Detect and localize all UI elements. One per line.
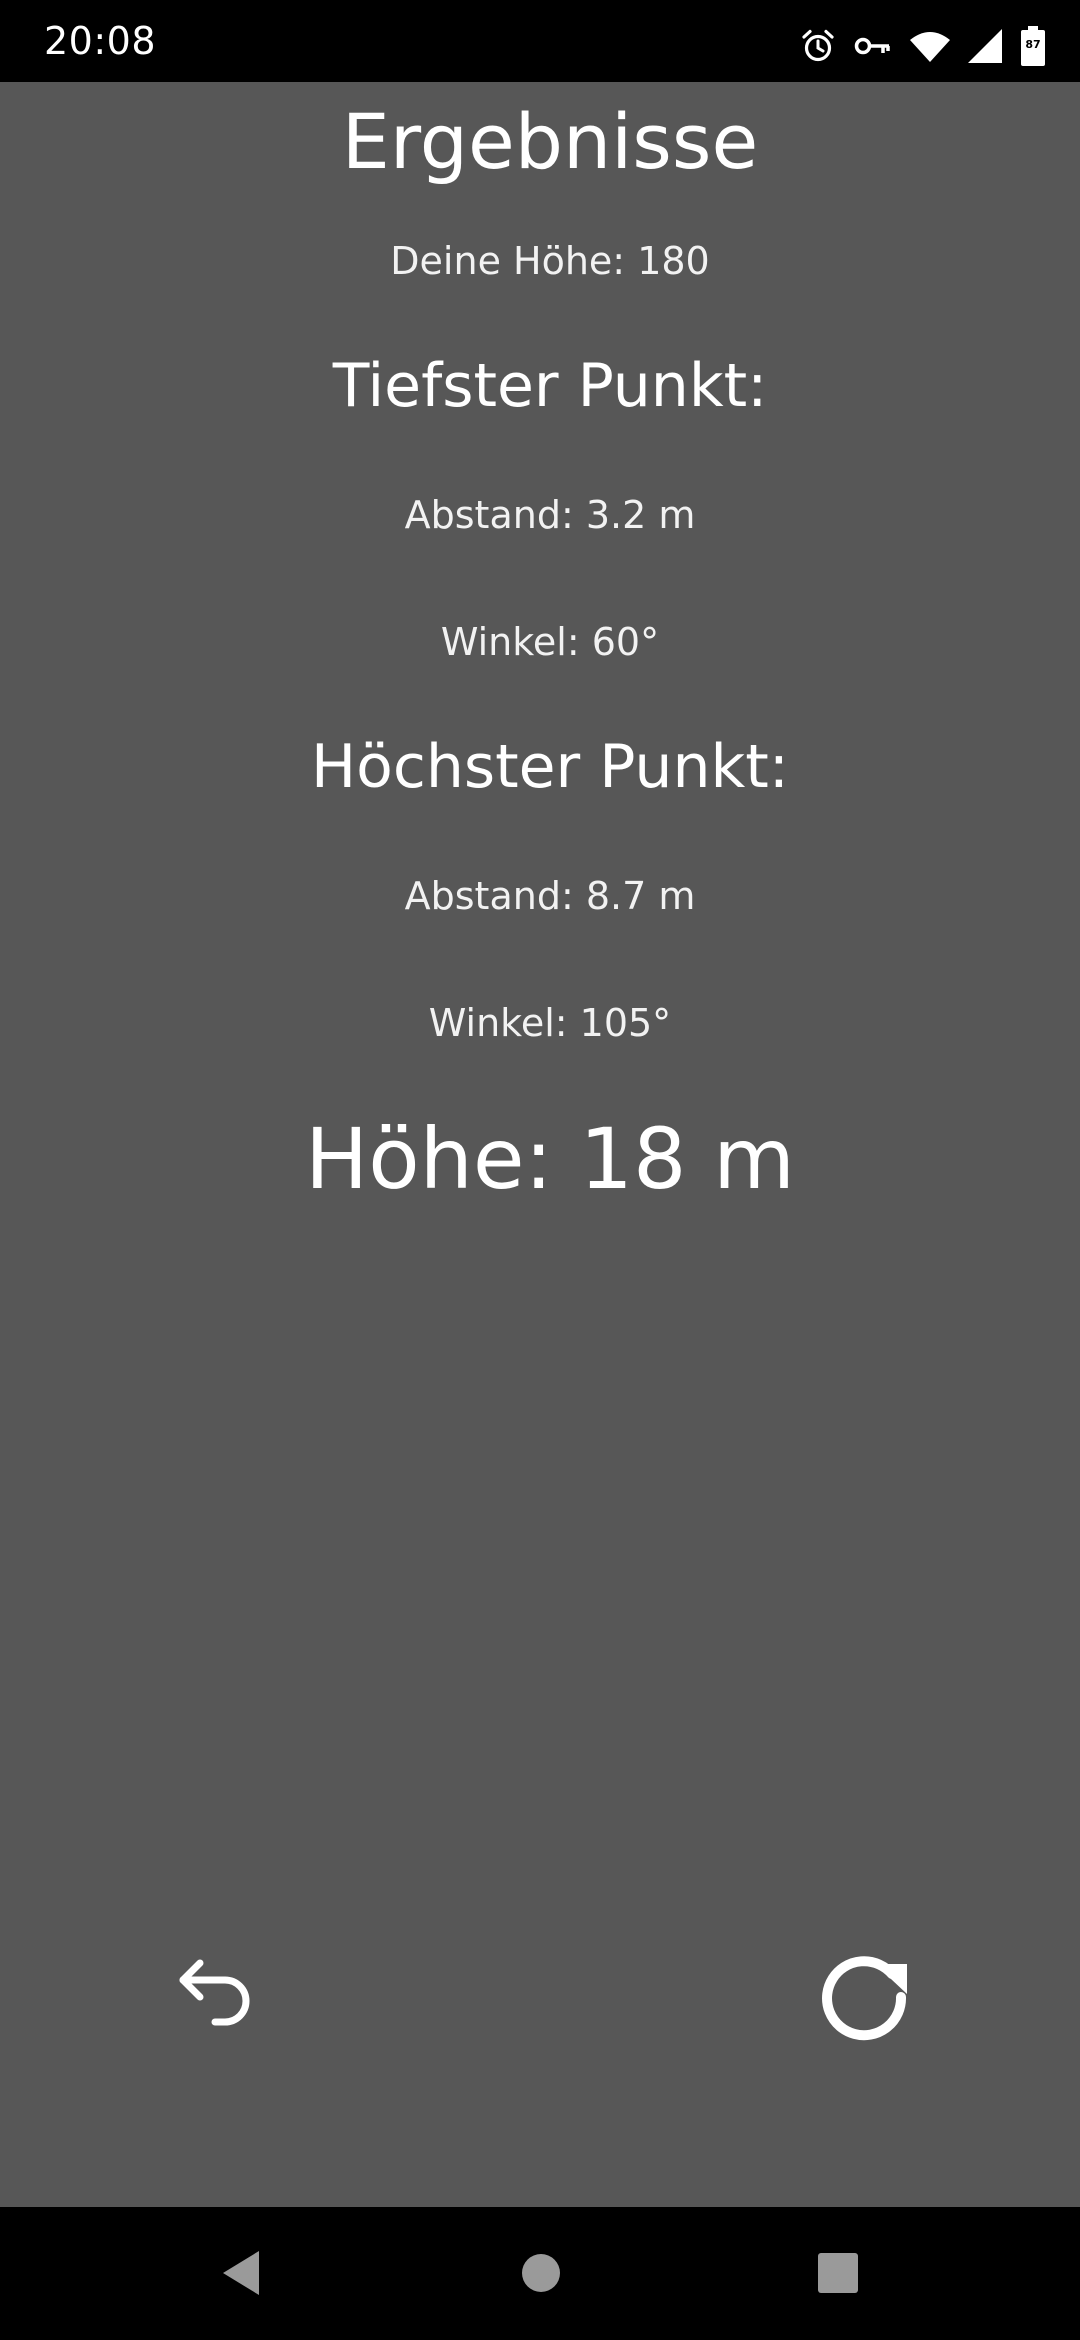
user-height: Deine Höhe: 180: [390, 239, 710, 283]
navigation-bar: [0, 2207, 1080, 2340]
page-title: Ergebnisse: [341, 97, 759, 186]
battery-level: 87: [1025, 38, 1041, 51]
status-icons: 87: [800, 24, 1046, 68]
nav-recents-icon: [818, 2253, 858, 2293]
nav-recents-button[interactable]: [793, 2228, 883, 2318]
wifi-icon: [910, 32, 950, 62]
lowest-point-heading: Tiefster Punkt:: [332, 351, 768, 421]
alarm-icon: [802, 29, 834, 62]
battery-indicator: 87: [1020, 26, 1046, 66]
highest-point-distance: Abstand: 8.7 m: [404, 874, 696, 918]
height-result: Höhe: 18 m: [305, 1110, 795, 1208]
reload-button[interactable]: [804, 1935, 924, 2055]
back-button[interactable]: [157, 1935, 277, 2055]
vpn-key-icon: [854, 37, 890, 55]
reload-icon: [822, 1956, 907, 2041]
status-bar: 20:08 87: [0, 0, 1080, 82]
nav-back-button[interactable]: [196, 2228, 286, 2318]
highest-point-heading: Höchster Punkt:: [311, 732, 789, 802]
lowest-point-angle: Winkel: 60°: [440, 620, 660, 664]
highest-point-angle: Winkel: 105°: [428, 1001, 672, 1045]
lowest-point-distance: Abstand: 3.2 m: [404, 493, 696, 537]
nav-home-icon: [522, 2254, 560, 2292]
results-screen: Ergebnisse Deine Höhe: 180 Tiefster Punk…: [0, 82, 1080, 2207]
status-time: 20:08: [44, 19, 157, 63]
undo-arrow-icon: [179, 1959, 250, 2026]
nav-back-icon: [223, 2251, 259, 2295]
cellular-signal-icon: [968, 29, 1002, 63]
nav-home-button[interactable]: [496, 2228, 586, 2318]
